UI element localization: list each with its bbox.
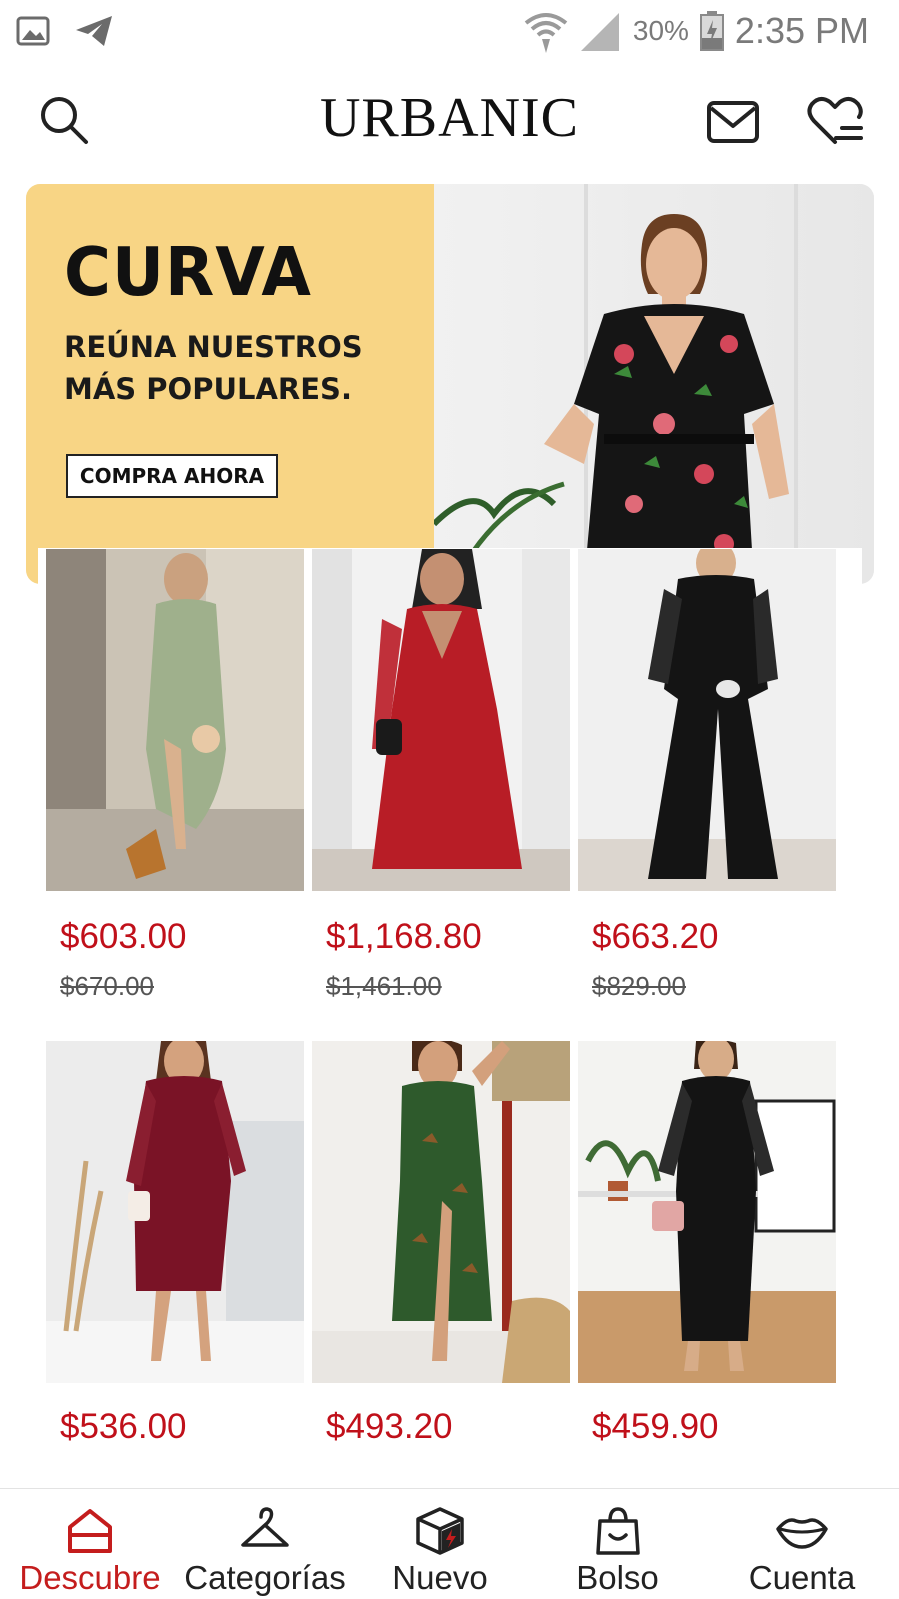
product-image[interactable]	[46, 549, 304, 891]
box-new-icon	[416, 1507, 464, 1555]
nav-label: Bolso	[576, 1559, 659, 1596]
lips-icon	[776, 1518, 828, 1549]
hanger-icon	[241, 1507, 289, 1547]
banner-text-panel: CURVA REÚNA NUESTROS MÁS POPULARES. COMP…	[26, 184, 434, 584]
product-card[interactable]: $536.00	[46, 1041, 304, 1488]
battery-percent: 30%	[632, 15, 689, 46]
mail-icon[interactable]	[706, 98, 760, 146]
banner-title: CURVA	[64, 234, 312, 312]
nav-cuenta[interactable]: Cuenta	[705, 1489, 899, 1599]
product-price: $1,168.80	[326, 917, 482, 956]
nav-label: Nuevo	[392, 1559, 488, 1596]
product-image[interactable]	[578, 549, 836, 891]
product-price: $536.00	[60, 1407, 187, 1446]
app-header: URBANIC	[0, 62, 899, 180]
nav-label: Cuenta	[748, 1559, 856, 1596]
bag-icon	[595, 1507, 640, 1555]
nav-label: Descubre	[19, 1559, 161, 1596]
product-price: $663.20	[592, 917, 719, 956]
product-image[interactable]	[46, 1041, 304, 1383]
nav-label: Categorías	[184, 1559, 346, 1596]
product-image[interactable]	[578, 1041, 836, 1383]
product-image[interactable]	[312, 1041, 570, 1383]
telegram-icon	[76, 16, 112, 46]
product-old-price: $670.00	[60, 971, 154, 1001]
nav-bolso[interactable]: Bolso	[530, 1489, 705, 1599]
nav-categorias[interactable]: Categorías	[180, 1489, 350, 1599]
home-icon	[68, 1509, 112, 1553]
nav-nuevo[interactable]: Nuevo	[350, 1489, 530, 1599]
status-bar: 30% 2:35 PM	[0, 0, 899, 62]
bottom-nav: Descubre Categorías Nuevo Bolso Cuenta	[0, 1488, 899, 1599]
nav-descubre[interactable]: Descubre	[0, 1489, 180, 1599]
product-card[interactable]: $1,168.80 $1,461.00	[312, 549, 570, 1029]
wifi-icon	[524, 13, 568, 53]
product-card[interactable]: $603.00 $670.00	[46, 549, 304, 1029]
wishlist-icon[interactable]	[806, 94, 864, 148]
product-card[interactable]: $493.20	[312, 1041, 570, 1488]
signal-icon	[580, 13, 619, 51]
product-grid: $603.00 $670.00 $1,168.80 $1,461.00 $663…	[38, 548, 862, 1488]
product-price: $603.00	[60, 917, 187, 956]
shop-now-button[interactable]: COMPRA AHORA	[66, 454, 278, 498]
battery-icon	[699, 11, 724, 51]
brand-logo[interactable]: URBANIC	[0, 86, 899, 150]
banner-subtitle: REÚNA NUESTROS MÁS POPULARES.	[64, 330, 363, 406]
clock: 2:35 PM	[734, 10, 869, 51]
promo-banner[interactable]: CURVA REÚNA NUESTROS MÁS POPULARES. COMP…	[26, 184, 874, 584]
product-old-price: $1,461.00	[326, 971, 442, 1001]
gallery-icon	[16, 16, 50, 46]
product-price: $493.20	[326, 1407, 453, 1446]
product-card[interactable]: $459.90	[578, 1041, 836, 1488]
product-price: $459.90	[592, 1407, 719, 1446]
product-card[interactable]: $663.20 $829.00	[578, 549, 836, 1029]
product-image[interactable]	[312, 549, 570, 891]
banner-model-photo	[431, 184, 874, 584]
product-old-price: $829.00	[592, 971, 686, 1001]
